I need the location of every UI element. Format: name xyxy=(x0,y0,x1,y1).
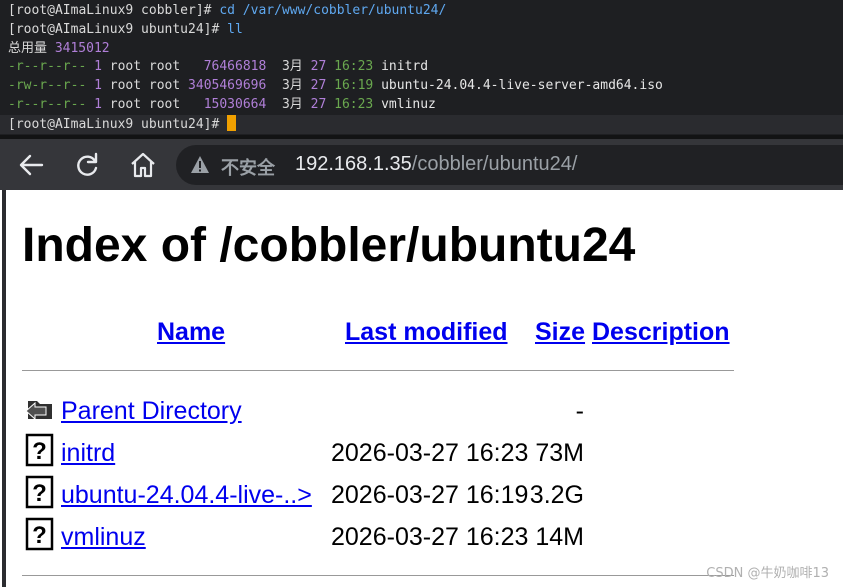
terminal-prompt: [root@AImaLinux9 ubuntu24]# xyxy=(8,116,228,132)
terminal-input-line[interactable]: [root@AImaLinux9 ubuntu24]# xyxy=(0,114,843,134)
file-day: 27 xyxy=(310,78,327,94)
file-size-cell: 73M xyxy=(535,439,584,467)
column-header-name[interactable]: Name xyxy=(157,318,225,347)
terminal-file-row: -rw-r--r-- 1 root root 3405469696 3月 27 … xyxy=(8,77,843,96)
column-header-description[interactable]: Description xyxy=(592,318,730,347)
unknown-file-icon: ? xyxy=(25,517,54,551)
file-size: 15030664 xyxy=(188,96,267,112)
file-time: 16:19 xyxy=(334,78,374,94)
footer-divider xyxy=(22,575,734,576)
terminal-prompt: [root@AImaLinux9 cobbler]# xyxy=(8,3,220,18)
last-modified-cell: 2026-03-27 16:23 xyxy=(331,439,529,467)
file-permissions: -rw-r--r-- xyxy=(8,78,87,94)
file-name: initrd xyxy=(381,59,429,75)
last-modified-cell: 2026-03-27 16:19 xyxy=(331,481,529,509)
last-modified-cell: 2026-03-27 16:23 xyxy=(331,523,529,551)
page-title: Index of /cobbler/ubuntu24 xyxy=(22,219,636,272)
file-size-cell: - xyxy=(575,397,584,425)
terminal-cursor xyxy=(227,114,237,131)
terminal-file-row: -r--r--r-- 1 root root 76466818 3月 27 16… xyxy=(8,58,843,77)
terminal-line-cd: [root@AImaLinux9 cobbler]# cd /var/www/c… xyxy=(8,2,843,21)
listing-row: Parent Directory - xyxy=(22,391,762,431)
file-owner: root root xyxy=(109,78,181,94)
listing-row: ? ubuntu-24.04.4-live-..> 2026-03-27 16:… xyxy=(22,475,762,515)
parent-directory-link[interactable]: Parent Directory xyxy=(61,397,242,426)
file-month: 3月 xyxy=(281,59,303,75)
file-month: 3月 xyxy=(281,78,303,94)
file-size: 76466818 xyxy=(188,59,267,75)
terminal-line-total: 总用量 3415012 xyxy=(8,40,843,59)
back-folder-icon xyxy=(25,401,52,421)
watermark: CSDN @牛奶咖啡13 xyxy=(706,566,829,581)
file-permissions: -r--r--r-- xyxy=(8,59,87,75)
total-label: 总用量 xyxy=(8,40,55,56)
terminal-prompt: [root@AImaLinux9 ubuntu24]# xyxy=(8,21,228,37)
file-name: ubuntu-24.04.4-live-server-amd64.iso xyxy=(381,78,663,94)
svg-text:?: ? xyxy=(32,522,47,549)
directory-listing-page: Index of /cobbler/ubuntu24 Name Last mod… xyxy=(2,190,843,587)
file-size: 3405469696 xyxy=(188,78,267,94)
file-time: 16:23 xyxy=(334,96,374,112)
file-owner: root root xyxy=(109,96,181,112)
file-day: 27 xyxy=(310,59,327,75)
warning-icon xyxy=(191,156,209,173)
url-host: 192.168.1.35 xyxy=(295,153,412,175)
reload-button[interactable] xyxy=(72,151,102,179)
file-time: 16:23 xyxy=(334,59,374,75)
address-bar[interactable]: 不安全 192.168.1.35/cobbler/ubuntu24/ xyxy=(176,145,843,185)
terminal-command: cd /var/www/cobbler/ubuntu24/ xyxy=(219,3,447,18)
file-link-vmlinuz[interactable]: vmlinuz xyxy=(61,523,146,552)
file-link-initrd[interactable]: initrd xyxy=(61,439,115,468)
terminal-window[interactable]: [root@AImaLinux9 cobbler]# cd /var/www/c… xyxy=(0,0,843,135)
url-text[interactable]: 192.168.1.35/cobbler/ubuntu24/ xyxy=(295,153,577,176)
total-value: 3415012 xyxy=(54,40,110,56)
file-day: 27 xyxy=(310,96,327,112)
terminal-command: ll xyxy=(227,21,243,37)
file-size-cell: 14M xyxy=(535,523,584,551)
file-links: 1 xyxy=(94,59,102,75)
home-button[interactable] xyxy=(128,151,158,179)
file-month: 3月 xyxy=(281,96,303,112)
unknown-file-icon: ? xyxy=(25,475,54,509)
file-link-iso[interactable]: ubuntu-24.04.4-live-..> xyxy=(61,481,312,510)
home-icon xyxy=(131,152,155,178)
svg-text:?: ? xyxy=(32,438,47,465)
back-button[interactable] xyxy=(16,151,46,179)
column-header-size[interactable]: Size xyxy=(535,318,585,347)
file-name: vmlinuz xyxy=(381,96,436,112)
header-divider xyxy=(22,370,734,371)
terminal-line-ll: [root@AImaLinux9 ubuntu24]# ll xyxy=(8,21,843,40)
insecure-label: 不安全 xyxy=(221,158,275,178)
svg-text:?: ? xyxy=(32,480,47,507)
unknown-file-icon: ? xyxy=(25,433,54,467)
browser-toolbar: 不安全 192.168.1.35/cobbler/ubuntu24/ xyxy=(0,135,843,190)
listing-row: ? initrd 2026-03-27 16:23 73M xyxy=(22,433,762,473)
url-path: /cobbler/ubuntu24/ xyxy=(411,153,578,175)
terminal-file-row: -r--r--r-- 1 root root 15030664 3月 27 16… xyxy=(8,96,843,115)
file-links: 1 xyxy=(94,78,102,94)
file-links: 1 xyxy=(94,96,102,112)
listing-row: ? vmlinuz 2026-03-27 16:23 14M xyxy=(22,517,762,557)
file-size-cell: 3.2G xyxy=(529,481,584,509)
file-owner: root root xyxy=(109,59,181,75)
reload-icon xyxy=(77,152,98,176)
column-header-last-modified[interactable]: Last modified xyxy=(345,318,508,347)
back-arrow-icon xyxy=(19,154,44,176)
file-permissions: -r--r--r-- xyxy=(8,96,87,112)
